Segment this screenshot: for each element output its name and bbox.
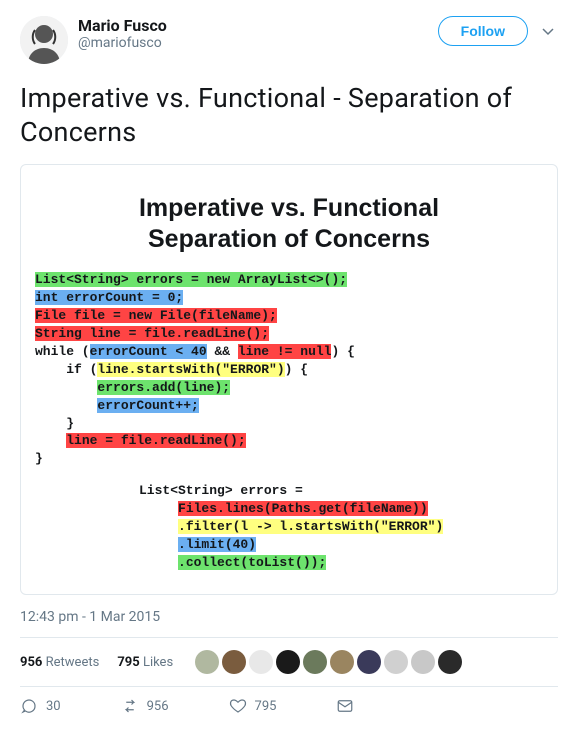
liker-avatar[interactable]: [276, 650, 300, 674]
timestamp[interactable]: 12:43 pm - 1 Mar 2015: [20, 609, 558, 625]
like-button[interactable]: 795: [229, 697, 277, 715]
envelope-icon: [336, 697, 354, 715]
more-menu-button[interactable]: [542, 24, 558, 40]
reply-button[interactable]: 30: [20, 697, 61, 715]
liker-avatar[interactable]: [411, 650, 435, 674]
dm-button[interactable]: [336, 697, 354, 715]
engagement-counts: 956 Retweets 795 Likes: [20, 638, 558, 686]
retweet-icon: [121, 697, 139, 715]
slide-title-line2: Separation of Concerns: [148, 225, 430, 253]
liker-avatar[interactable]: [357, 650, 381, 674]
like-count[interactable]: 795 Likes: [117, 655, 173, 670]
media-card[interactable]: Imperative vs. Functional Separation of …: [20, 164, 558, 596]
reply-icon: [20, 697, 38, 715]
liker-avatar[interactable]: [249, 650, 273, 674]
reply-count: 30: [46, 699, 61, 714]
liker-avatar[interactable]: [195, 650, 219, 674]
retweet-action-count: 956: [147, 699, 169, 714]
like-action-count: 795: [255, 699, 277, 714]
code-imperative: List<String> errors = new ArrayList<>();…: [29, 271, 549, 468]
tweet-header: Mario Fusco @mariofusco Follow: [20, 16, 558, 64]
heart-icon: [229, 697, 247, 715]
avatar[interactable]: [20, 16, 68, 64]
action-bar: 30 956 795: [20, 687, 558, 723]
display-name: Mario Fusco: [78, 16, 438, 35]
tweet-container: Mario Fusco @mariofusco Follow Imperativ…: [0, 0, 578, 731]
user-handle: @mariofusco: [78, 35, 438, 52]
facepile[interactable]: [195, 650, 462, 674]
liker-avatar[interactable]: [438, 650, 462, 674]
slide-title: Imperative vs. Functional Separation of …: [29, 193, 549, 256]
liker-avatar[interactable]: [330, 650, 354, 674]
tweet-text: Imperative vs. Functional - Separation o…: [20, 82, 558, 150]
liker-avatar[interactable]: [384, 650, 408, 674]
retweet-button[interactable]: 956: [121, 697, 169, 715]
follow-button[interactable]: Follow: [438, 16, 528, 46]
liker-avatar[interactable]: [222, 650, 246, 674]
liker-avatar[interactable]: [303, 650, 327, 674]
author-block[interactable]: Mario Fusco @mariofusco: [78, 16, 438, 52]
code-functional: List<String> errors = Files.lines(Paths.…: [29, 482, 549, 572]
slide-title-line1: Imperative vs. Functional: [139, 194, 439, 222]
retweet-count[interactable]: 956 Retweets: [20, 655, 99, 670]
